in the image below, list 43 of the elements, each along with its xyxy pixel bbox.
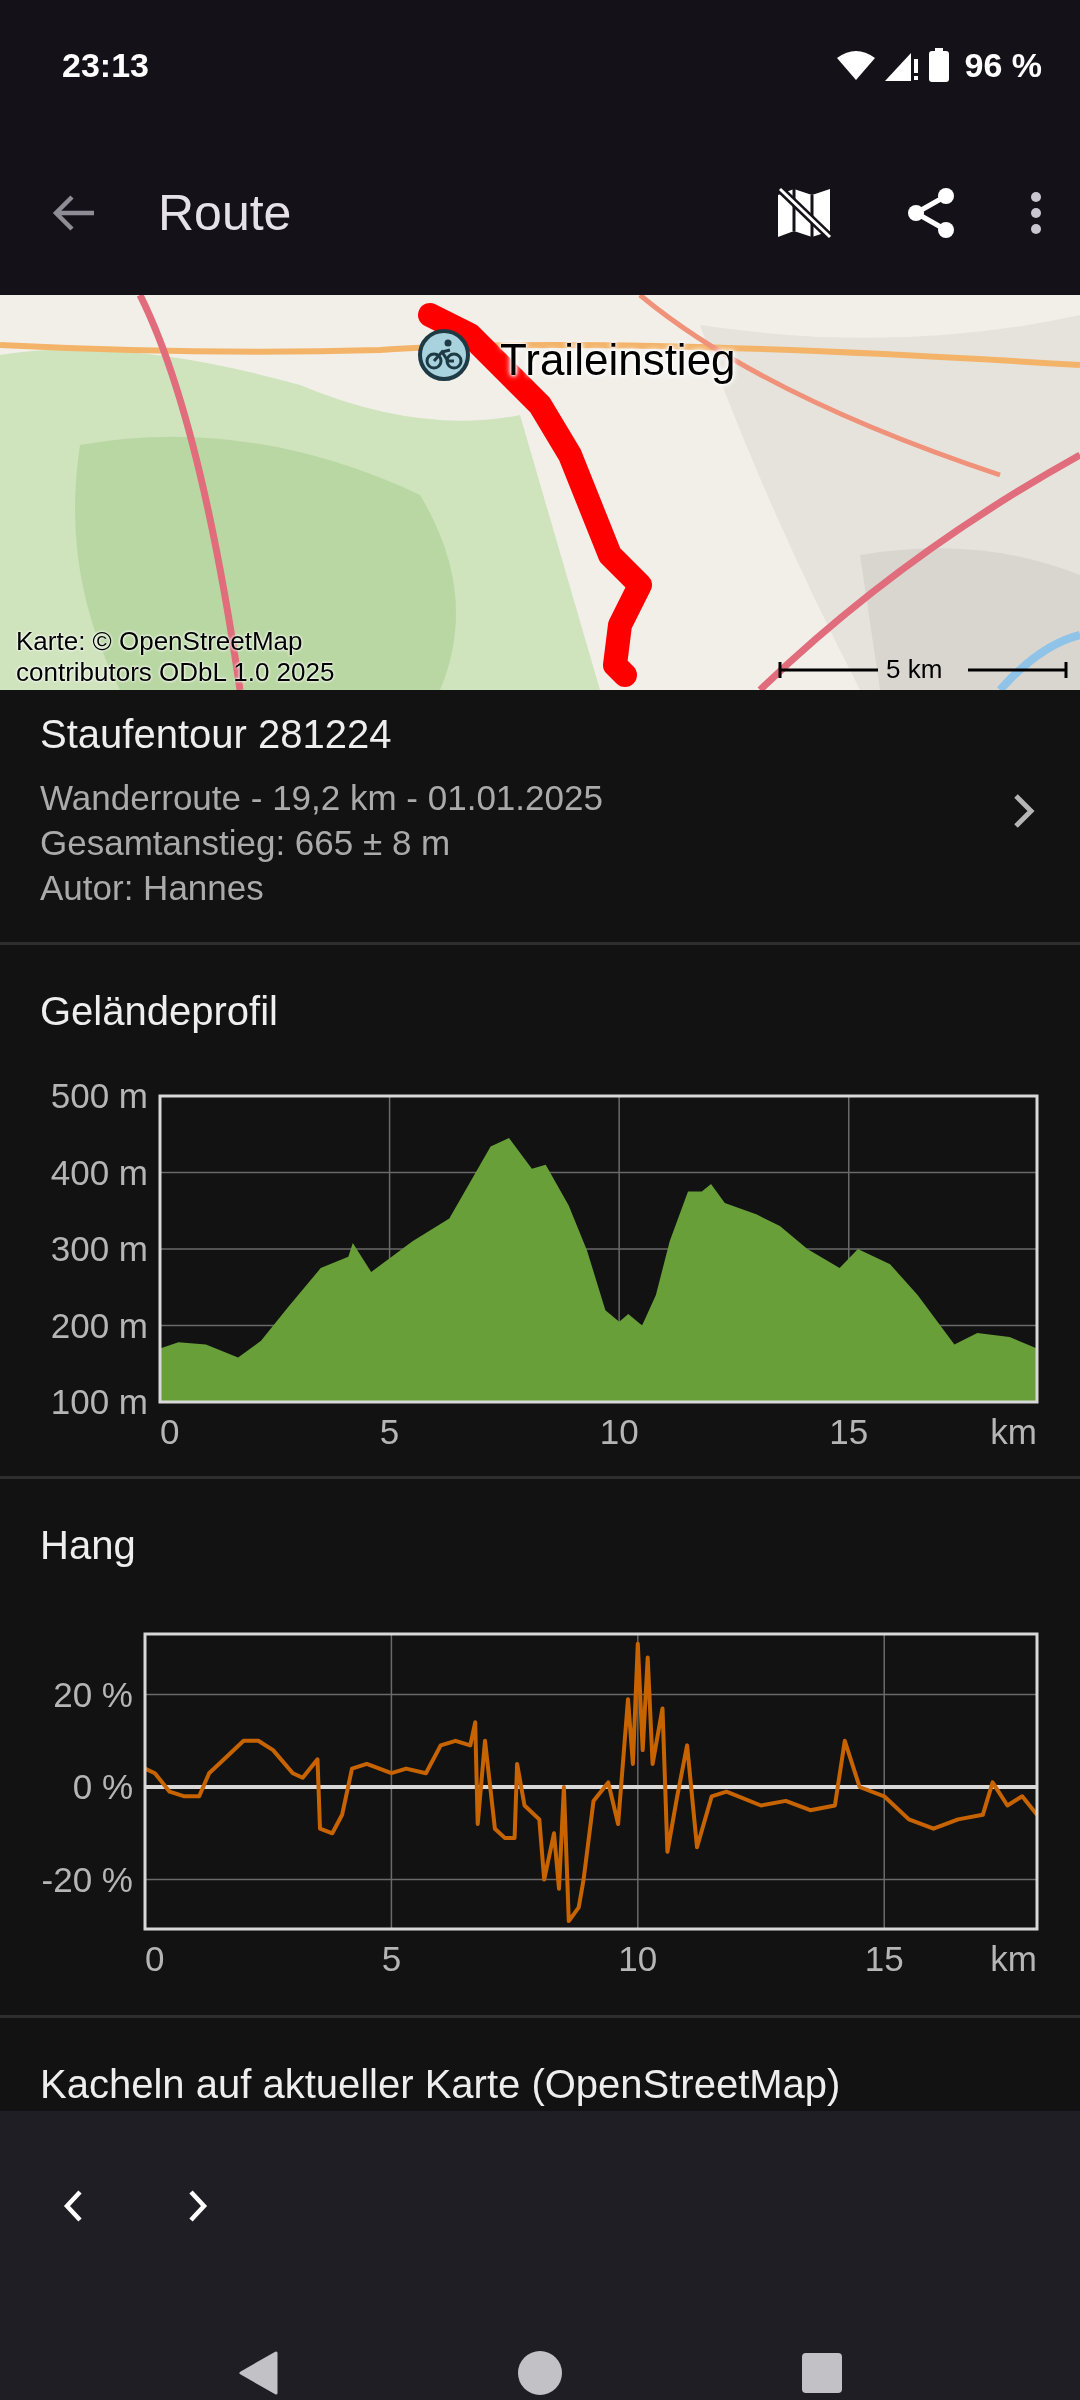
battery-icon [928, 48, 949, 82]
x-tick-label: 5 [381, 1939, 402, 1978]
route-title: Staufentour 281224 [40, 712, 393, 757]
chevron-right-icon [1012, 792, 1036, 830]
x-tick-label: 15 [864, 1939, 904, 1978]
chevron-left-icon[interactable] [62, 2189, 84, 2223]
x-tick-label: 10 [618, 1939, 658, 1978]
map-attribution: Karte: © OpenStreetMap contributors ODbL 1.0 2025 [16, 626, 336, 688]
y-tick-label: 0 % [72, 1767, 133, 1807]
wifi-icon [836, 50, 875, 80]
section-title: Kacheln auf aktueller Karte (OpenStreetMap) [39, 2061, 842, 2108]
y-tick-label: 200 m [50, 1305, 148, 1345]
x-tick-label: 0 [145, 1939, 165, 1978]
section-title: Hang [39, 1522, 137, 1569]
clock: 23:13 [62, 45, 149, 85]
home-icon[interactable] [517, 2349, 563, 2396]
back-nav-icon[interactable] [238, 2350, 278, 2395]
battery-level: 96 % [964, 45, 1042, 85]
x-tick-label: 10 [599, 1412, 639, 1450]
x-tick-label: 0 [160, 1412, 180, 1450]
y-tick-label: -20 % [41, 1859, 133, 1899]
x-axis-unit: km [990, 1939, 1037, 1978]
chevron-right-icon[interactable] [187, 2189, 209, 2223]
y-tick-label: 400 m [50, 1152, 148, 1192]
route-detail: Wanderroute - 19,2 km - 01.01.2025 [40, 777, 604, 819]
back-icon[interactable] [52, 193, 96, 232]
route-detail: Autor: Hannes [40, 867, 265, 909]
section-title: Geländeprofil [39, 988, 279, 1035]
more-icon[interactable] [1030, 190, 1042, 235]
route-info[interactable]: Staufentour 281224 Wanderroute - 19,2 km - 01.01.2025 Gesamtanstieg: 665 ± 8 m Autor: Hannes [0, 690, 1080, 945]
route-detail: Gesamtanstieg: 665 ± 8 m [40, 822, 452, 864]
x-tick-label: 5 [379, 1412, 400, 1450]
recents-icon[interactable] [802, 2352, 842, 2393]
share-icon[interactable] [906, 186, 956, 239]
y-tick-label: 500 m [50, 1076, 148, 1115]
y-tick-label: 100 m [50, 1382, 148, 1421]
scale-label: 5 km [886, 654, 943, 685]
y-tick-label: 20 % [53, 1674, 133, 1714]
screen-title: Route [158, 183, 293, 242]
y-tick-label: 300 m [50, 1229, 148, 1268]
x-axis-unit: km [990, 1412, 1037, 1450]
x-tick-label: 15 [829, 1412, 869, 1450]
map-off-icon[interactable] [776, 186, 832, 239]
